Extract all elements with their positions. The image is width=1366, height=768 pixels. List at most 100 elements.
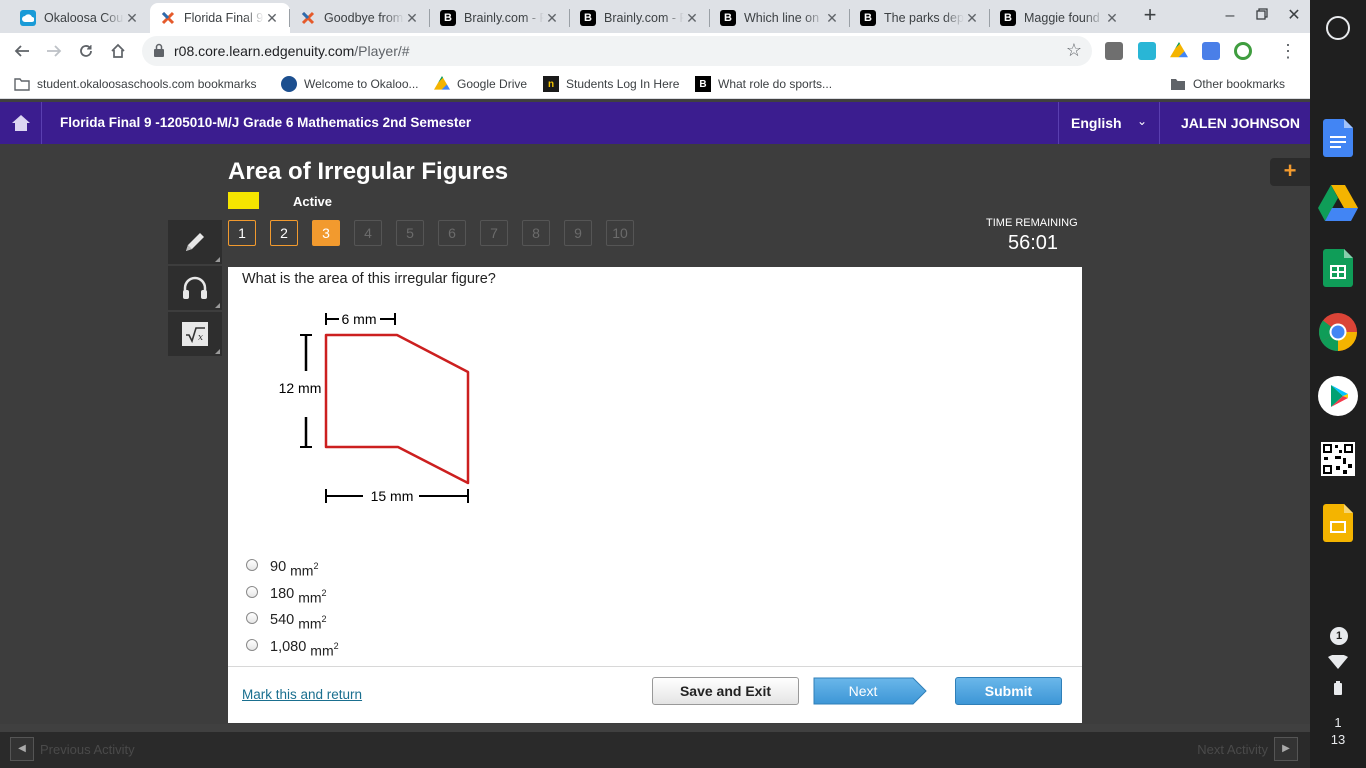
expand-tools-button[interactable]: +: [1270, 158, 1310, 186]
pencil-tool-button[interactable]: [168, 220, 222, 264]
choice-unit: mm2: [310, 641, 338, 659]
browser-tab[interactable]: B Which line on ✕: [710, 3, 850, 33]
browser-tab[interactable]: B Brainly.com - F ✕: [570, 3, 710, 33]
close-tab-icon[interactable]: ✕: [264, 10, 280, 27]
close-tab-icon[interactable]: ✕: [964, 10, 980, 27]
minimize-window-button[interactable]: –: [1220, 6, 1240, 26]
qr-code-app[interactable]: [1318, 439, 1358, 479]
date-display[interactable]: 1 13: [1310, 714, 1366, 748]
url-path: /Player/#: [354, 43, 410, 59]
edgenuity-x-icon: [300, 10, 316, 26]
battery-icon[interactable]: [1333, 681, 1343, 695]
district-logo-icon: [281, 76, 297, 92]
cloud-extension-icon[interactable]: [1138, 42, 1156, 60]
browser-tab[interactable]: B The parks dep ✕: [850, 3, 990, 33]
close-tab-icon[interactable]: ✕: [544, 10, 560, 27]
close-window-button[interactable]: ✕: [1284, 6, 1304, 26]
top-dimension: 6 mm: [325, 311, 396, 327]
top-dimension-label: 6 mm: [342, 311, 377, 327]
question-number-button: 7: [480, 220, 508, 246]
screenshot-extension-icon[interactable]: [1105, 42, 1123, 60]
calculator-tool-button[interactable]: x: [168, 312, 222, 356]
tab-separator: [709, 9, 710, 27]
mark-and-return-link[interactable]: Mark this and return: [242, 687, 362, 702]
edgenuity-x-icon: [160, 10, 176, 26]
choice-value: 90: [270, 559, 287, 575]
answer-choice-4[interactable]: 1,080 mm2: [246, 637, 339, 659]
brainly-b-icon: B: [860, 10, 876, 26]
tool-menu-corner: [215, 257, 220, 262]
forward-button[interactable]: [42, 39, 66, 63]
translate-extension-icon[interactable]: [1202, 42, 1220, 60]
google-slides-app[interactable]: [1318, 503, 1358, 543]
notification-count-badge[interactable]: 1: [1330, 627, 1348, 645]
google-docs-app[interactable]: [1318, 118, 1358, 158]
browser-tab[interactable]: B Maggie found ✕: [990, 3, 1130, 33]
close-tab-icon[interactable]: ✕: [1104, 10, 1120, 27]
user-name[interactable]: JALEN JOHNSON: [1181, 115, 1300, 131]
bookmark-google-drive[interactable]: Google Drive: [434, 75, 527, 93]
launcher-button[interactable]: [1326, 16, 1350, 40]
google-drive-extension-icon[interactable]: [1170, 42, 1188, 58]
left-dimension: 12 mm: [279, 334, 321, 448]
previous-activity-button[interactable]: ◀ Previous Activity: [10, 737, 135, 761]
choice-value: 180: [270, 586, 295, 602]
radio-button[interactable]: [246, 586, 258, 598]
close-tab-icon[interactable]: ✕: [124, 10, 140, 27]
google-sheets-icon: [1323, 249, 1353, 287]
browser-tab[interactable]: Florida Final 9 ✕: [150, 3, 290, 33]
close-tab-icon[interactable]: ✕: [684, 10, 700, 27]
bookmark-folder-student[interactable]: student.okaloosaschools.com bookmarks: [14, 75, 256, 93]
bookmark-star-icon[interactable]: ☆: [1066, 40, 1082, 61]
unit-exponent: 2: [321, 587, 327, 598]
language-label: English: [1071, 115, 1122, 131]
restore-window-button[interactable]: [1252, 6, 1272, 26]
wifi-icon[interactable]: [1328, 655, 1348, 669]
save-and-exit-button[interactable]: Save and Exit: [652, 677, 799, 705]
bookmark-students-login[interactable]: n Students Log In Here: [543, 75, 679, 93]
question-number-button[interactable]: 1: [228, 220, 256, 246]
home-button[interactable]: [0, 102, 42, 144]
browser-menu-button[interactable]: ⋮: [1276, 39, 1300, 63]
next-activity-button[interactable]: Next Activity ▶: [1197, 737, 1298, 761]
home-button[interactable]: [106, 39, 130, 63]
answer-choice-2[interactable]: 180 mm2: [246, 584, 327, 605]
question-number-button: 6: [438, 220, 466, 246]
other-bookmarks-folder[interactable]: Other bookmarks: [1170, 75, 1285, 93]
language-select[interactable]: English ⌄: [1058, 102, 1160, 144]
bookmark-sports-question[interactable]: B What role do sports...: [695, 75, 832, 93]
quiz-badge: Quiz: [228, 192, 259, 209]
tab-title: The parks dep: [884, 11, 964, 25]
close-tab-icon[interactable]: ✕: [404, 10, 420, 27]
browser-tab[interactable]: Okaloosa County✕: [10, 3, 150, 33]
back-button[interactable]: [10, 39, 34, 63]
google-sheets-app[interactable]: [1318, 248, 1358, 288]
answer-choice-3[interactable]: 540 mm2: [246, 610, 327, 631]
play-store-app[interactable]: [1318, 376, 1358, 416]
close-tab-icon[interactable]: ✕: [824, 10, 840, 27]
reload-button[interactable]: [74, 39, 98, 63]
power-extension-icon[interactable]: [1234, 42, 1252, 60]
audio-tool-button[interactable]: [168, 266, 222, 310]
radio-button[interactable]: [246, 612, 258, 624]
browser-tab[interactable]: Goodbye from ✕: [290, 3, 430, 33]
browser-tab[interactable]: B Brainly.com - F ✕: [430, 3, 570, 33]
new-tab-button[interactable]: +: [1139, 4, 1161, 28]
bookmark-welcome[interactable]: Welcome to Okaloo...: [281, 75, 419, 93]
url-text: r08.core.learn.edgenuity.com/Player/#: [174, 43, 410, 59]
bookmark-label: student.okaloosaschools.com bookmarks: [37, 77, 257, 91]
radio-button[interactable]: [246, 559, 258, 571]
address-bar[interactable]: r08.core.learn.edgenuity.com/Player/# ☆: [142, 36, 1092, 66]
home-icon: [11, 115, 30, 131]
question-number-button[interactable]: 2: [270, 220, 298, 246]
answer-choice-1[interactable]: 90 mm2: [246, 557, 318, 578]
irregular-figure-diagram: 6 mm 12 mm 15 mm: [279, 311, 470, 504]
tab-title: Brainly.com - F: [604, 11, 684, 25]
question-number-button[interactable]: 3: [312, 220, 340, 246]
next-button[interactable]: Next: [813, 677, 927, 705]
google-drive-app[interactable]: [1318, 183, 1358, 223]
next-label: Next: [849, 683, 878, 699]
submit-button[interactable]: Submit: [955, 677, 1062, 705]
chrome-app[interactable]: [1318, 312, 1358, 352]
radio-button[interactable]: [246, 639, 258, 651]
